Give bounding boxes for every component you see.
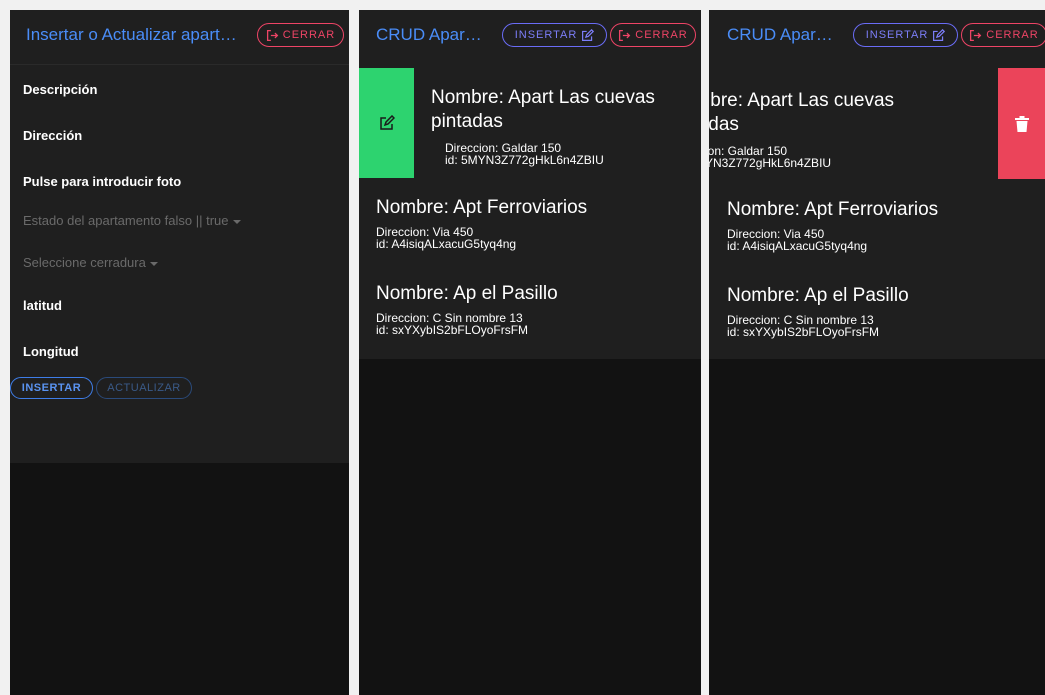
chevron-down-icon [149,261,158,266]
close-button[interactable]: CERRAR [257,23,344,47]
item-id: id: A4isiqALxacuG5tyq4ng [376,237,517,251]
apartment-list: Nombre: Apart Las cuevas pintadas Direcc… [359,64,701,359]
list-title: CRUD Apar… [376,25,482,44]
insert-label: INSERTAR [865,29,929,41]
item-name-line1: ıbre: Apart Las cuevas [709,90,895,111]
list-toolbar: CRUD Apar… INSERTAR CERRAR [359,10,701,64]
item-name: Nombre: Ap el Pasillo [376,283,558,304]
item-name-line2: pintadas [431,111,503,132]
latitud-field[interactable]: latitud [23,298,62,313]
insert-button[interactable]: INSERTAR [853,23,958,47]
item-name: Nombre: Ap el Pasillo [727,285,909,306]
item-id: id: sxYXybIS2bFLOyoFrsFM [376,323,529,337]
exit-icon [970,29,982,41]
list-item[interactable]: Nombre: Ap el Pasillo Direccion: C Sin n… [709,281,1045,361]
close-button[interactable]: CERRAR [961,23,1045,47]
list-item[interactable]: ıbre: Apart Las cuevas ıdas ion: Galdar … [709,64,1045,192]
close-label: CERRAR [282,29,336,41]
list-item[interactable]: Nombre: Apt Ferroviarios Direccion: Via … [359,194,701,276]
form-panel: Insertar o Actualizar apart… CERRAR Desc… [10,10,349,695]
item-id: YN3Z772gHkL6n4ZBIU [709,156,832,170]
insert-button[interactable]: INSERTAR [502,23,607,47]
insert-label: INSERTAR [514,29,578,41]
list-toolbar: CRUD Apar… INSERTAR CERRAR [709,10,1045,64]
list-item[interactable]: Nombre: Ap el Pasillo Direccion: C Sin n… [359,280,701,360]
item-name-line2: ıdas [709,114,739,135]
longitud-field[interactable]: Longitud [23,344,79,359]
close-label: CERRAR [986,29,1039,41]
list-panel: CRUD Apar… INSERTAR CERRAR Nombre: Apart… [359,10,701,695]
photo-picker[interactable]: Pulse para introducir foto [23,174,181,189]
chevron-down-icon [232,219,241,224]
item-name: Nombre: Apt Ferroviarios [727,199,939,220]
item-id: id: A4isiqALxacuG5tyq4ng [727,239,868,253]
direccion-field[interactable]: Dirección [23,128,82,143]
item-name-line1: Nombre: Apart Las cuevas [431,87,655,108]
insert-button[interactable]: INSERTAR [10,377,93,399]
close-button[interactable]: CERRAR [610,23,696,47]
item-name: Nombre: Apt Ferroviarios [376,197,588,218]
item-id: id: 5MYN3Z772gHkL6n4ZBIU [445,153,604,167]
apartment-form: Descripción Dirección Pulse para introdu… [10,64,349,463]
exit-icon [619,29,631,41]
descripcion-field[interactable]: Descripción [23,82,97,97]
estado-select[interactable]: Estado del apartamento falso || true [23,213,241,228]
exit-icon [266,29,279,41]
list-item[interactable]: Nombre: Apart Las cuevas pintadas Direcc… [359,64,701,192]
edit-icon [582,28,595,41]
list-item[interactable]: Nombre: Apt Ferroviarios Direccion: Via … [709,195,1045,277]
form-title: Insertar o Actualizar apart… [26,25,237,44]
list-panel-delete: CRUD Apar… INSERTAR CERRAR ıbre: Apart L… [709,10,1045,695]
form-toolbar: Insertar o Actualizar apart… CERRAR [10,10,349,64]
apartment-list: ıbre: Apart Las cuevas ıdas ion: Galdar … [709,64,1045,359]
edit-icon [933,28,946,41]
estado-select-label: Estado del apartamento falso || true [23,213,229,228]
list-title: CRUD Apar… [727,25,833,44]
close-label: CERRAR [635,29,688,41]
update-button[interactable]: ACTUALIZAR [96,377,192,399]
item-id: id: sxYXybIS2bFLOyoFrsFM [727,325,880,339]
cerradura-select[interactable]: Seleccione cerradura [23,255,158,270]
cerradura-select-label: Seleccione cerradura [23,255,146,270]
